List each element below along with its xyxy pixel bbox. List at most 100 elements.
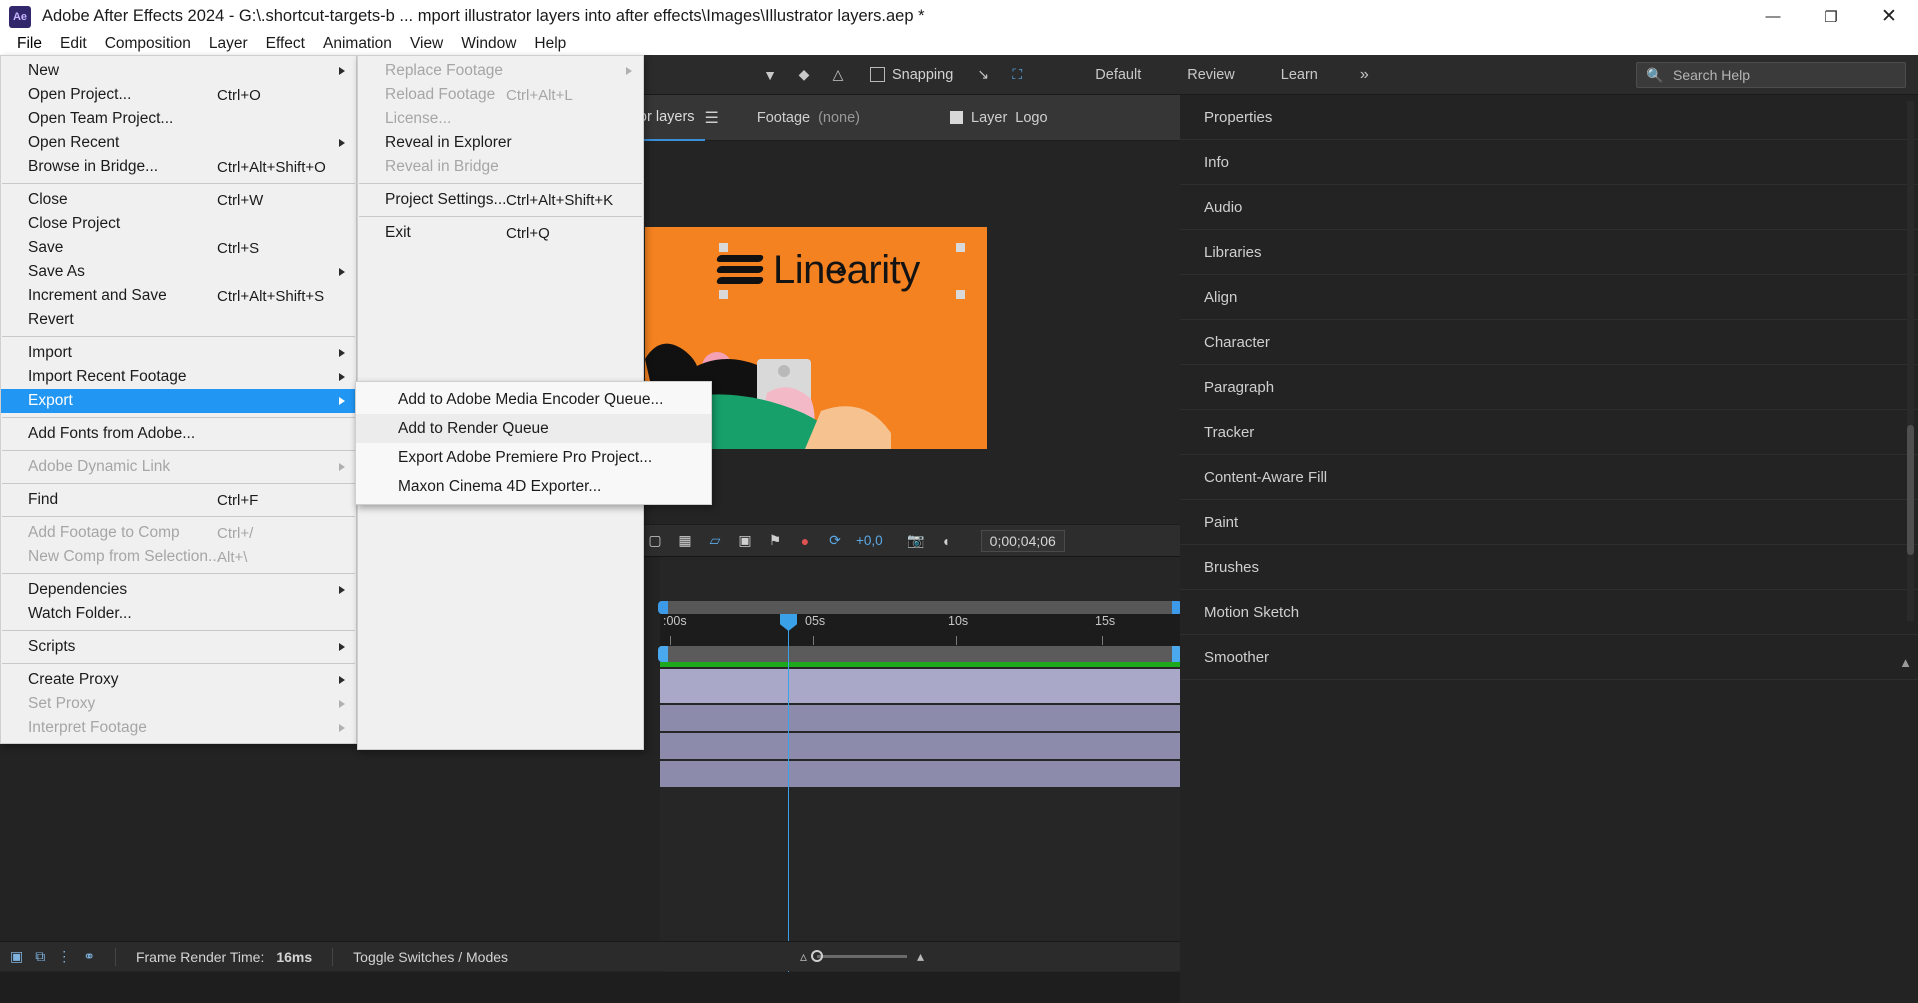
layer-duration-bar[interactable] xyxy=(660,669,1180,703)
reset-exposure-icon[interactable]: ⟳ xyxy=(826,532,844,549)
dock-item-content-aware-fill[interactable]: Content-Aware Fill xyxy=(1180,455,1918,500)
comp-boundaries-icon[interactable]: ⚑ xyxy=(766,532,784,549)
menu-item-close[interactable]: Close Ctrl+W xyxy=(1,188,356,212)
menu-item-exit[interactable]: Exit Ctrl+Q xyxy=(358,221,643,245)
motion-blur-icon[interactable]: ⚭ xyxy=(83,948,95,965)
dock-collapse-icon[interactable]: ▲ xyxy=(1899,655,1912,670)
menu-item-browse-in-bridge[interactable]: Browse in Bridge... Ctrl+Alt+Shift+O xyxy=(1,155,356,179)
menu-item-project-settings[interactable]: Project Settings... Ctrl+Alt+Shift+K xyxy=(358,188,643,212)
workspace-overflow-icon[interactable]: » xyxy=(1360,66,1369,84)
dock-item-paragraph[interactable]: Paragraph xyxy=(1180,365,1918,410)
menu-item-open-project[interactable]: Open Project... Ctrl+O xyxy=(1,83,356,107)
menu-item-add-fonts-from-adobe[interactable]: Add Fonts from Adobe... xyxy=(1,422,356,446)
magnet-icon[interactable]: ↘ xyxy=(973,65,993,85)
menu-item-close-project[interactable]: Close Project xyxy=(1,212,356,236)
menu-item-export[interactable]: Export xyxy=(1,389,356,413)
maximize-button[interactable]: ❐ xyxy=(1802,0,1860,33)
roto-brush-icon[interactable]: △ xyxy=(828,65,848,85)
menu-file[interactable]: File xyxy=(8,33,51,55)
layer-duration-bar[interactable] xyxy=(660,705,1180,731)
dock-item-character[interactable]: Character xyxy=(1180,320,1918,365)
snapping-toggle[interactable]: Snapping xyxy=(870,67,953,83)
menu-effect[interactable]: Effect xyxy=(257,33,314,55)
menu-item-import[interactable]: Import xyxy=(1,341,356,365)
menu-item-new[interactable]: New xyxy=(1,59,356,83)
menu-item-add-to-ame-queue[interactable]: Add to Adobe Media Encoder Queue... xyxy=(356,385,711,414)
dock-item-motion-sketch[interactable]: Motion Sketch xyxy=(1180,590,1918,635)
work-area-bar[interactable] xyxy=(658,601,1182,614)
menu-item-reveal-in-explorer[interactable]: Reveal in Explorer xyxy=(358,131,643,155)
menu-animation[interactable]: Animation xyxy=(314,33,401,55)
dock-item-libraries[interactable]: Libraries xyxy=(1180,230,1918,275)
selection-handle[interactable] xyxy=(719,243,728,252)
region-of-interest-icon[interactable]: ▣ xyxy=(736,532,754,549)
tab-layer[interactable]: Layer Logo xyxy=(940,95,1058,141)
timeline-zoom-control[interactable]: ▵ ▴ xyxy=(800,948,924,965)
dock-item-audio[interactable]: Audio xyxy=(1180,185,1918,230)
playhead[interactable] xyxy=(780,614,797,972)
duration-start-handle[interactable] xyxy=(658,646,668,662)
menu-help[interactable]: Help xyxy=(525,33,575,55)
workspace-learn[interactable]: Learn xyxy=(1281,67,1318,83)
dock-item-info[interactable]: Info xyxy=(1180,140,1918,185)
render-queue-icon[interactable]: ▣ xyxy=(10,948,23,965)
menu-item-add-to-render-queue[interactable]: Add to Render Queue xyxy=(356,414,711,443)
menu-item-open-team-project[interactable]: Open Team Project... xyxy=(1,107,356,131)
expand-icon[interactable]: ⛶ xyxy=(1007,65,1027,85)
workspace-review[interactable]: Review xyxy=(1187,67,1235,83)
show-snapshot-icon[interactable]: ◖ xyxy=(937,533,955,549)
comp-duration-band[interactable] xyxy=(658,646,1182,662)
dock-item-paint[interactable]: Paint xyxy=(1180,500,1918,545)
zoom-slider-thumb[interactable] xyxy=(811,950,824,962)
clone-stamp-icon[interactable]: ◆ xyxy=(794,65,814,85)
close-button[interactable]: ✕ xyxy=(1860,0,1918,33)
toggle-switches-modes-button[interactable]: Toggle Switches / Modes xyxy=(353,949,508,965)
menu-composition[interactable]: Composition xyxy=(96,33,200,55)
menu-item-import-recent-footage[interactable]: Import Recent Footage xyxy=(1,365,356,389)
search-help-field[interactable]: 🔍 Search Help xyxy=(1636,62,1906,88)
mask-icon[interactable]: ▢ xyxy=(646,532,664,549)
zoom-out-icon[interactable]: ▵ xyxy=(800,948,807,965)
menu-item-save-as[interactable]: Save As xyxy=(1,260,356,284)
menu-item-open-recent[interactable]: Open Recent xyxy=(1,131,356,155)
dock-item-brushes[interactable]: Brushes xyxy=(1180,545,1918,590)
zoom-in-icon[interactable]: ▴ xyxy=(917,948,924,965)
menu-item-find[interactable]: Find Ctrl+F xyxy=(1,488,356,512)
viewer-timecode[interactable]: 0;00;04;06 xyxy=(980,529,1065,552)
puppet-pin-icon[interactable]: ▼ xyxy=(760,65,780,85)
menu-item-watch-folder[interactable]: Watch Folder... xyxy=(1,602,356,626)
duplicate-icon[interactable]: ⧉ xyxy=(35,948,45,965)
menu-item-scripts[interactable]: Scripts xyxy=(1,635,356,659)
layer-duration-bar[interactable] xyxy=(660,761,1180,787)
menu-item-save[interactable]: Save Ctrl+S xyxy=(1,236,356,260)
menu-item-dependencies[interactable]: Dependencies xyxy=(1,578,356,602)
dock-item-align[interactable]: Align xyxy=(1180,275,1918,320)
zoom-slider[interactable] xyxy=(811,950,908,962)
3d-view-icon[interactable]: ▱ xyxy=(706,532,724,549)
dock-item-properties[interactable]: Properties xyxy=(1180,95,1918,140)
channel-rgb-icon[interactable]: ● xyxy=(796,533,814,549)
work-area-start-handle[interactable] xyxy=(658,601,668,614)
menu-item-revert[interactable]: Revert xyxy=(1,308,356,332)
selection-handle[interactable] xyxy=(956,290,965,299)
transparency-grid-icon[interactable]: ▦ xyxy=(676,532,694,549)
snapping-checkbox[interactable] xyxy=(870,67,885,82)
dock-item-tracker[interactable]: Tracker xyxy=(1180,410,1918,455)
menu-edit[interactable]: Edit xyxy=(51,33,96,55)
snapshot-camera-icon[interactable]: 📷 xyxy=(907,532,925,549)
panel-menu-icon[interactable]: ☰ xyxy=(705,108,719,128)
time-ruler[interactable]: :00s 05s 10s 15s 20s 25s 30s xyxy=(660,614,1546,646)
workspace-default[interactable]: Default xyxy=(1095,67,1141,83)
graph-editor-icon[interactable]: ⋮ xyxy=(57,948,71,965)
layer-duration-bar[interactable] xyxy=(660,733,1180,759)
menu-item-create-proxy[interactable]: Create Proxy xyxy=(1,668,356,692)
exposure-value[interactable]: +0,0 xyxy=(856,533,883,548)
menu-view[interactable]: View xyxy=(401,33,452,55)
menu-item-maxon-cinema-4d-exporter[interactable]: Maxon Cinema 4D Exporter... xyxy=(356,472,711,501)
minimize-button[interactable]: — xyxy=(1744,0,1802,33)
menu-item-increment-and-save[interactable]: Increment and Save Ctrl+Alt+Shift+S xyxy=(1,284,356,308)
dock-item-smoother[interactable]: Smoother xyxy=(1180,635,1918,680)
anchor-point-icon[interactable] xyxy=(837,267,846,276)
menu-item-export-premiere-pro-project[interactable]: Export Adobe Premiere Pro Project... xyxy=(356,443,711,472)
selection-handle[interactable] xyxy=(956,243,965,252)
